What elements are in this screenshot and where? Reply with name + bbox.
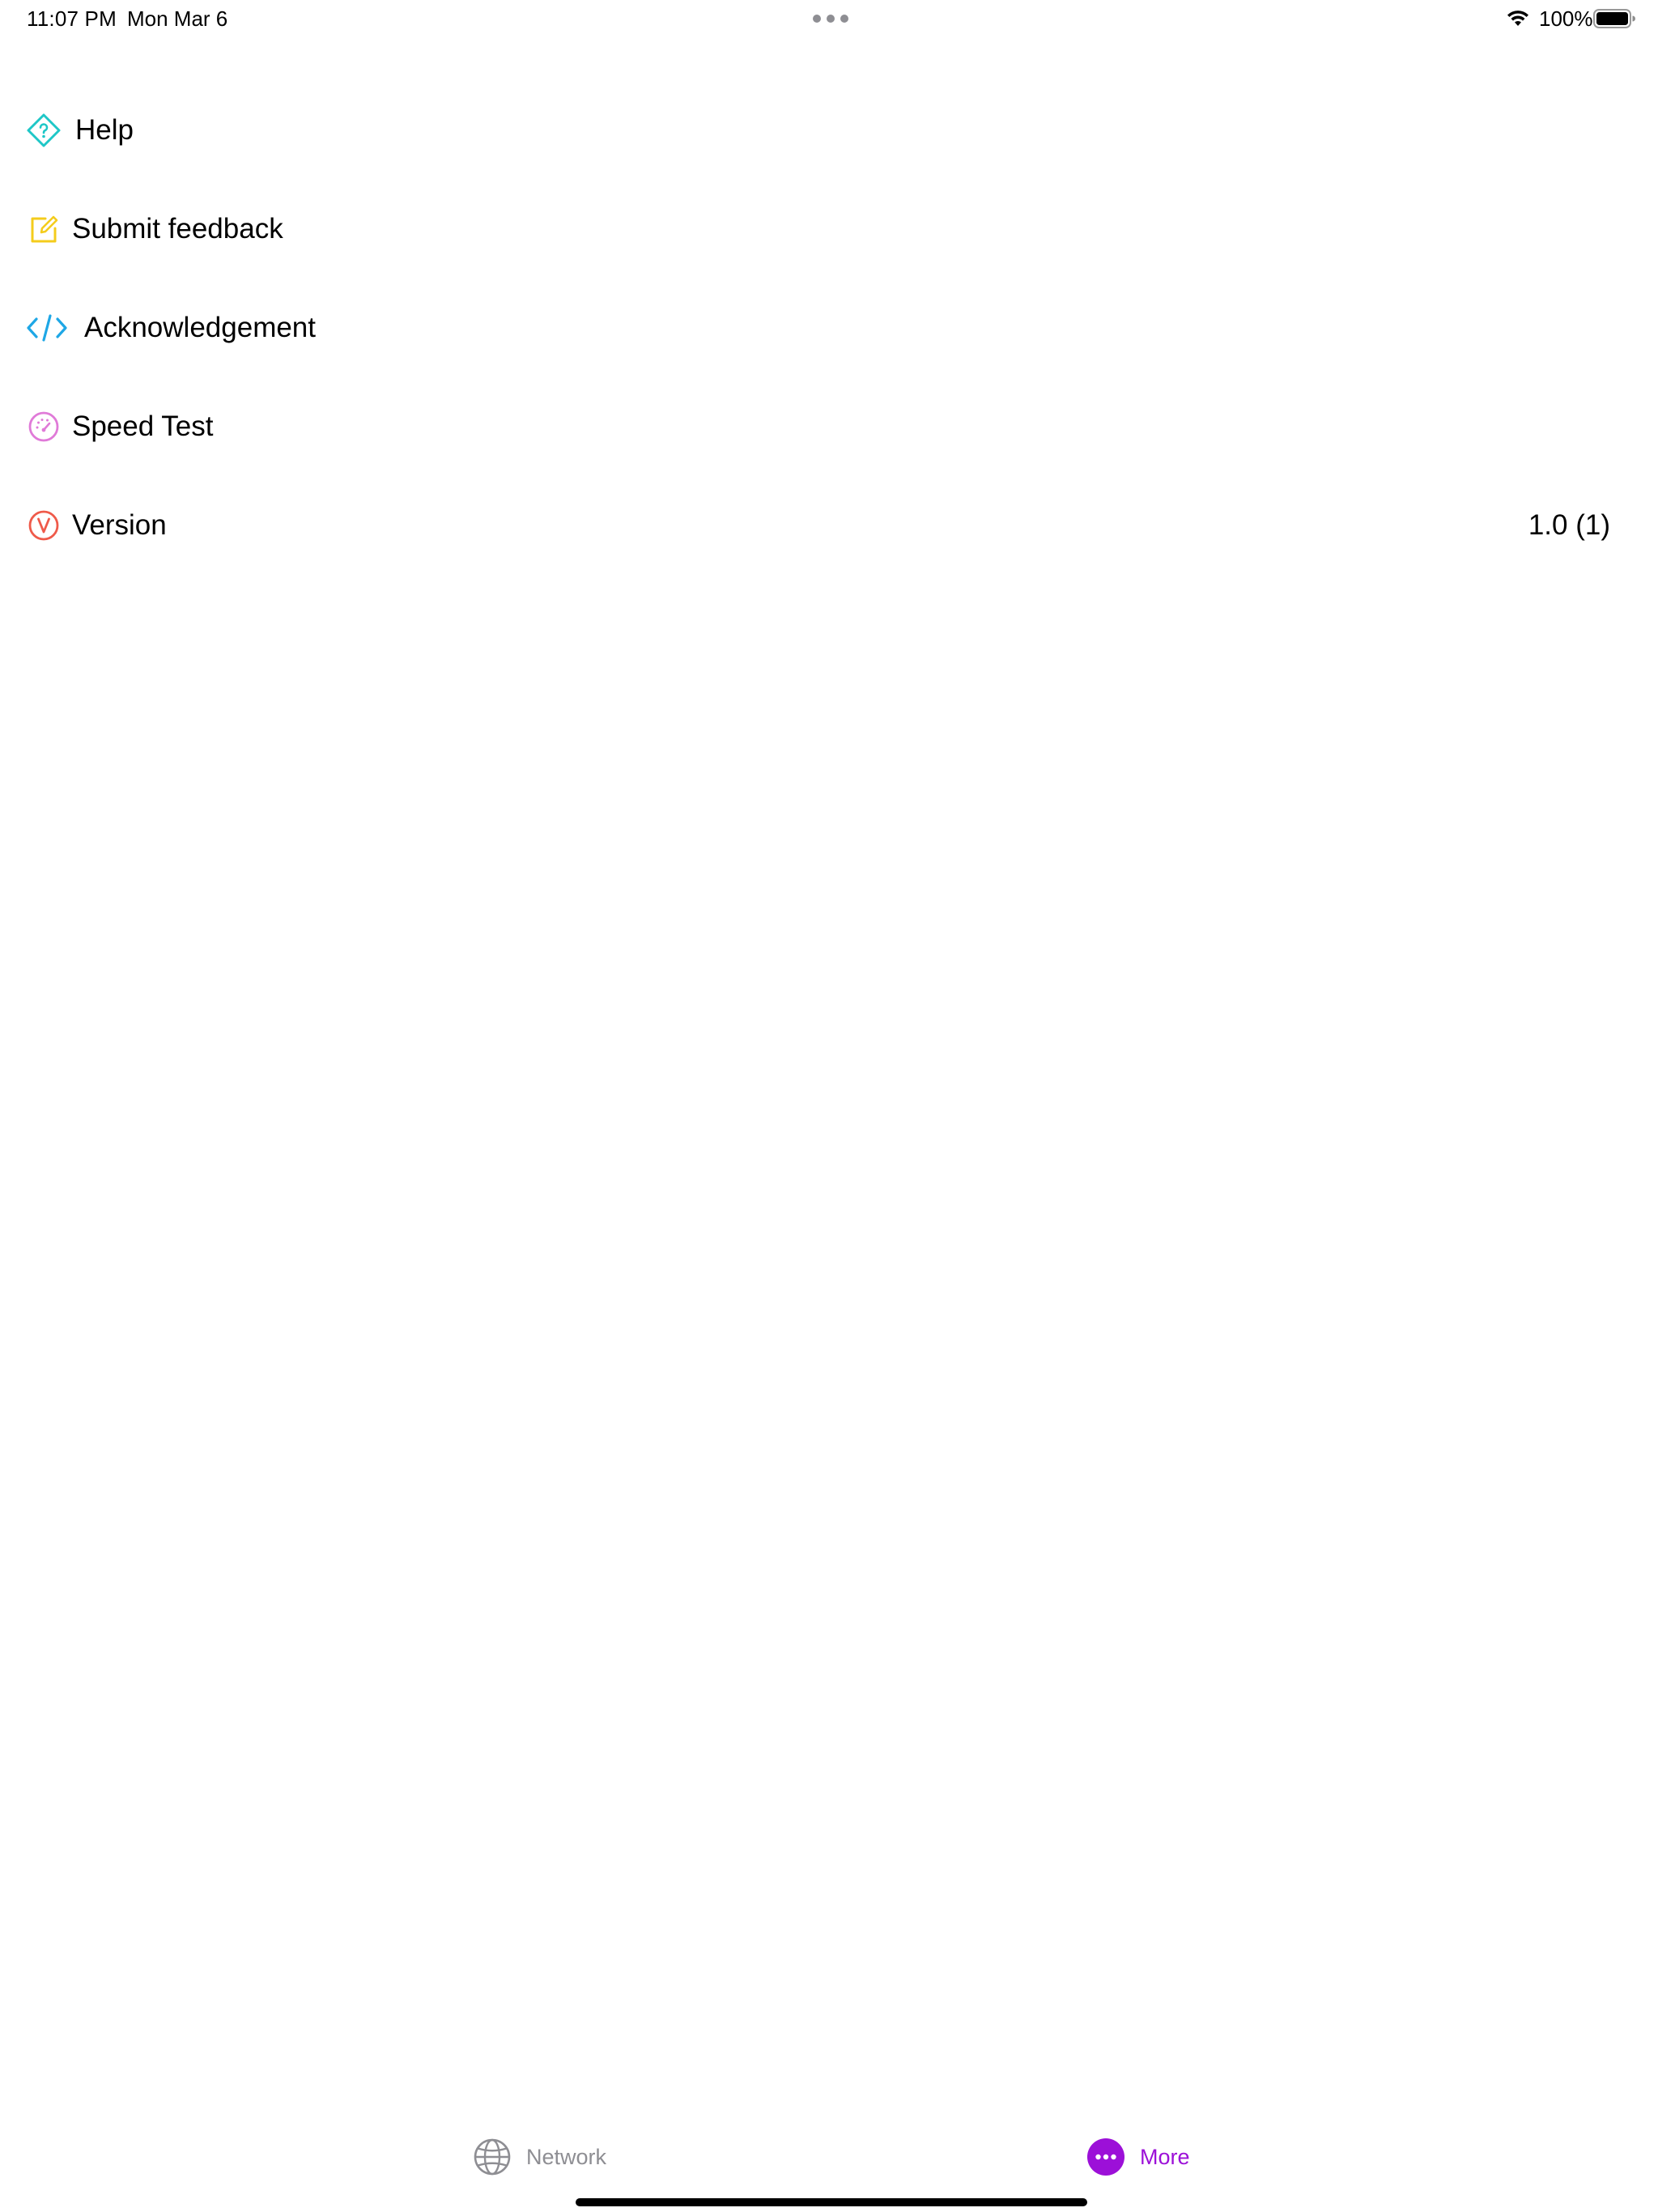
menu-label-acknowledgement: Acknowledgement [84,312,316,343]
menu-label-version: Version [72,509,167,541]
status-time: 11:07 PM [27,6,117,31]
menu-row-help[interactable]: Help [0,81,1658,180]
speedometer-icon [28,411,59,442]
tab-more[interactable]: More [1086,2121,1190,2193]
help-diamond-icon [27,113,61,147]
globe-icon [474,2138,511,2176]
battery-percent: 100% [1539,6,1593,31]
status-bar: 11:07 PM Mon Mar 6 100% [0,0,1658,39]
more-dots-icon [1087,2138,1124,2176]
battery-icon [1593,9,1635,28]
menu-row-version[interactable]: Version 1.0 (1) [0,476,1658,575]
home-indicator[interactable] [576,2198,1087,2206]
menu-label-submit-feedback: Submit feedback [72,213,283,245]
tab-more-label: More [1140,2144,1190,2169]
multitasking-dots-icon[interactable] [813,15,848,23]
wifi-icon [1507,11,1528,26]
menu-row-acknowledgement[interactable]: Acknowledgement [0,279,1658,377]
tab-network-label: Network [526,2144,607,2169]
menu-row-submit-feedback[interactable]: Submit feedback [0,180,1658,279]
tab-network[interactable]: Network [473,2121,606,2193]
more-menu-list: Help Submit feedback Acknowledgement Spe… [0,81,1658,575]
menu-row-speed-test[interactable]: Speed Test [0,377,1658,476]
menu-label-speed-test: Speed Test [72,410,214,442]
status-date: Mon Mar 6 [127,6,228,31]
app-screen: 11:07 PM Mon Mar 6 100% Help Submit feed… [0,0,1658,2212]
edit-note-icon [31,215,58,243]
version-value: 1.0 (1) [1528,509,1610,541]
version-v-icon [28,510,59,541]
code-icon [27,314,67,342]
menu-label-help: Help [75,114,134,146]
